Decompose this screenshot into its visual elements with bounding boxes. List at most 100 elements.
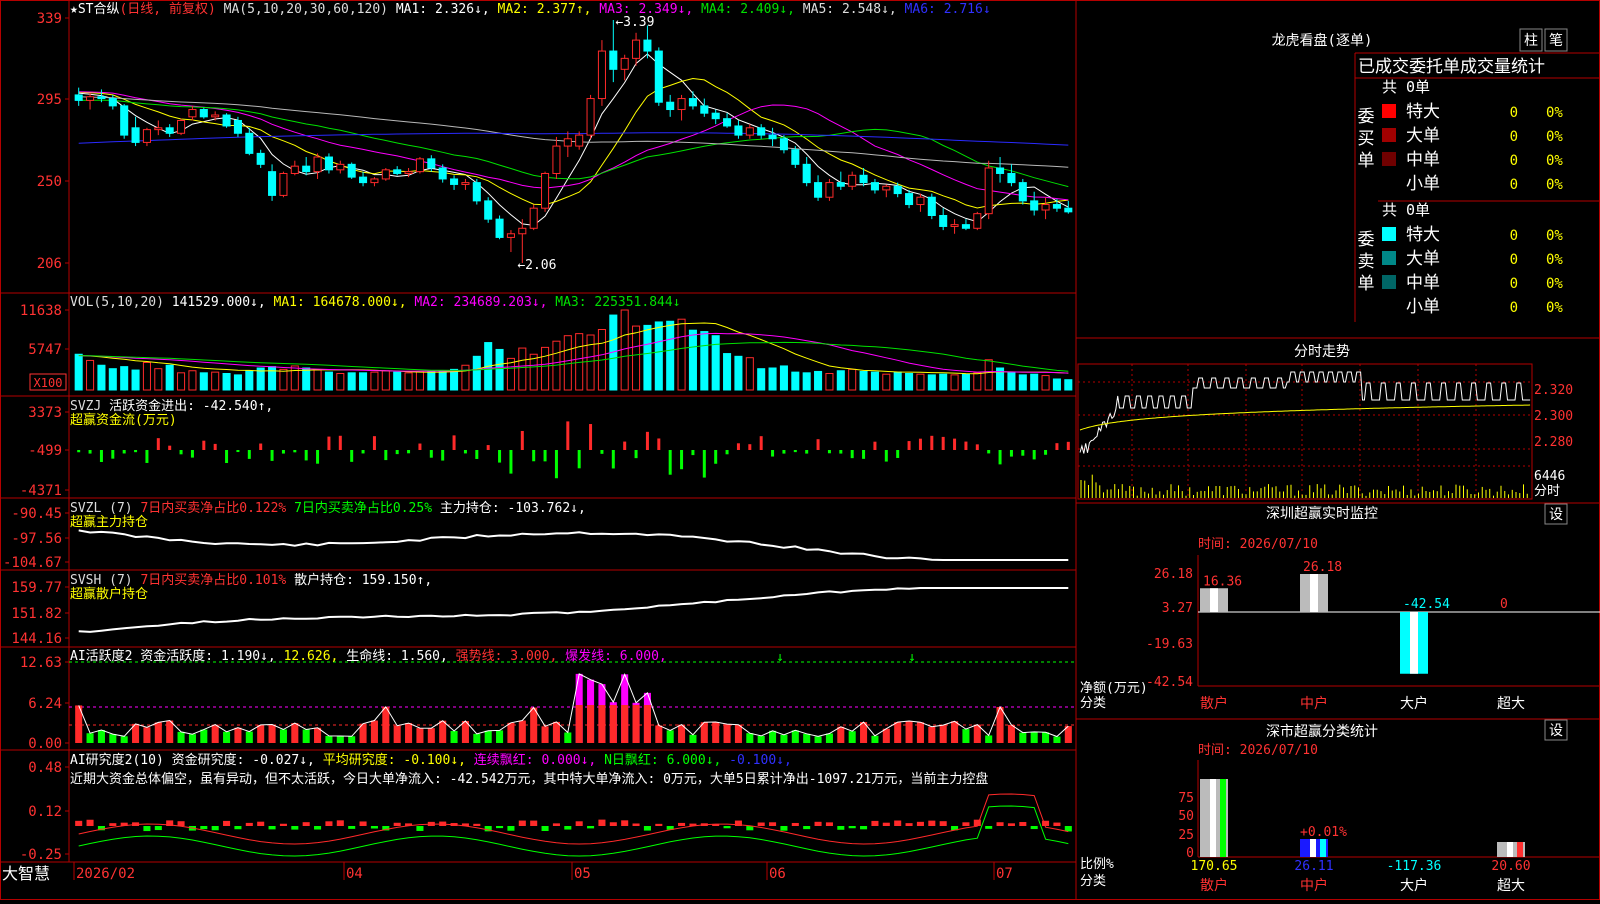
candle[interactable]: [961, 219, 970, 231]
candle[interactable]: [597, 40, 606, 106]
candle[interactable]: [313, 153, 322, 179]
ai-research-panel[interactable]: 0.48 0.12 -0.25 近期大资金总体偏空，虽有异动，但不太活跃，今日大单净流…: [20, 760, 1072, 863]
candle[interactable]: [586, 94, 595, 139]
price-panel[interactable]: 339 295 250 206 ←3.39 ←2.06: [37, 11, 1073, 273]
candle[interactable]: [302, 157, 311, 176]
candle[interactable]: [222, 113, 231, 128]
research-green-line: [78, 805, 1069, 857]
candle[interactable]: [745, 124, 754, 139]
candle[interactable]: [518, 219, 527, 263]
candle[interactable]: [415, 157, 424, 174]
candle[interactable]: [268, 164, 277, 201]
candle[interactable]: [74, 87, 83, 106]
candle[interactable]: [723, 113, 732, 128]
candle[interactable]: [131, 116, 140, 147]
candle[interactable]: [973, 211, 982, 231]
candle[interactable]: [1041, 197, 1050, 220]
candle[interactable]: [950, 219, 959, 234]
candle[interactable]: [688, 91, 697, 110]
volume-panel[interactable]: 11638 5747 X100: [20, 303, 1073, 391]
candle[interactable]: [108, 94, 117, 110]
candle[interactable]: [1064, 200, 1073, 214]
candle[interactable]: [768, 127, 777, 147]
candle[interactable]: [86, 93, 95, 110]
candle[interactable]: [461, 178, 470, 190]
candle[interactable]: [1007, 164, 1016, 187]
candle[interactable]: [927, 193, 936, 220]
flow-bar-out: [384, 450, 388, 461]
candle[interactable]: [188, 105, 197, 121]
candle[interactable]: [563, 131, 572, 158]
candle[interactable]: [939, 208, 948, 231]
candle[interactable]: [711, 109, 720, 125]
candle[interactable]: [541, 171, 550, 212]
activity-bar: [109, 734, 117, 743]
monitor-xlabel: 分类: [1080, 696, 1106, 711]
candle[interactable]: [177, 118, 186, 136]
candle[interactable]: [120, 104, 129, 139]
flow-bar-in: [259, 443, 263, 450]
candle[interactable]: [700, 98, 709, 117]
candle[interactable]: [256, 149, 265, 168]
candle[interactable]: [791, 146, 800, 168]
candle[interactable]: [336, 160, 345, 174]
ai-active-panel[interactable]: 12.63 6.24 0.00 ↓ ↓: [20, 650, 1076, 752]
candle[interactable]: [757, 124, 766, 139]
candle[interactable]: [984, 160, 993, 220]
candle[interactable]: [142, 127, 151, 147]
candle[interactable]: [199, 107, 208, 119]
candle[interactable]: [381, 167, 390, 181]
candle[interactable]: [1018, 178, 1027, 205]
candle[interactable]: [814, 175, 823, 201]
intraday-title: 分时走势: [1294, 344, 1350, 360]
candle[interactable]: [506, 230, 515, 253]
candle[interactable]: [290, 160, 299, 176]
candle[interactable]: [802, 157, 811, 187]
candle[interactable]: [495, 215, 504, 240]
candle[interactable]: [347, 162, 356, 179]
flow-bar-in: [657, 438, 661, 450]
flow-bar-out: [88, 450, 92, 454]
candle[interactable]: [632, 32, 641, 66]
candle[interactable]: [1030, 191, 1039, 216]
flow-bar-in: [759, 436, 763, 450]
candle[interactable]: [620, 54, 629, 81]
candle[interactable]: [245, 127, 254, 156]
price-header-part: MA3: 2.349↓,: [591, 2, 693, 17]
ai_active-header-part: 生命线: 1.560,: [338, 648, 447, 664]
candle[interactable]: [848, 171, 857, 190]
candle-body-down: [347, 163, 356, 178]
vol-bar-down: [472, 355, 481, 391]
candle[interactable]: [643, 25, 652, 59]
candle[interactable]: [154, 120, 163, 136]
candle[interactable]: [870, 178, 879, 194]
candle[interactable]: [359, 171, 368, 187]
candle[interactable]: [996, 157, 1005, 183]
candle[interactable]: [324, 153, 333, 174]
candle[interactable]: [279, 171, 288, 198]
candle-body-down: [791, 149, 800, 165]
svzj-panel[interactable]: 3373 -499 -4371: [20, 405, 1070, 499]
vol-bar-up: [188, 370, 197, 391]
candle[interactable]: [916, 193, 925, 212]
candle[interactable]: [666, 94, 675, 117]
candle[interactable]: [484, 197, 493, 223]
candle[interactable]: [575, 131, 584, 150]
candle[interactable]: [825, 178, 834, 201]
candle[interactable]: [393, 166, 402, 176]
candle[interactable]: [450, 175, 459, 190]
svsh-panel[interactable]: 159.77 151.82 144.16: [11, 580, 1069, 647]
candle[interactable]: [654, 47, 663, 106]
candle[interactable]: [734, 120, 743, 139]
sell-total: 共 0单: [1382, 201, 1430, 219]
candle[interactable]: [165, 124, 174, 137]
candle[interactable]: [677, 94, 686, 121]
candle-body-up: [563, 138, 572, 147]
candle[interactable]: [472, 178, 481, 205]
candle-body-down: [939, 214, 948, 227]
candle[interactable]: [905, 189, 914, 209]
candle[interactable]: [552, 136, 561, 179]
candle[interactable]: [529, 204, 538, 231]
candle[interactable]: [882, 184, 891, 198]
candle[interactable]: [370, 177, 379, 187]
